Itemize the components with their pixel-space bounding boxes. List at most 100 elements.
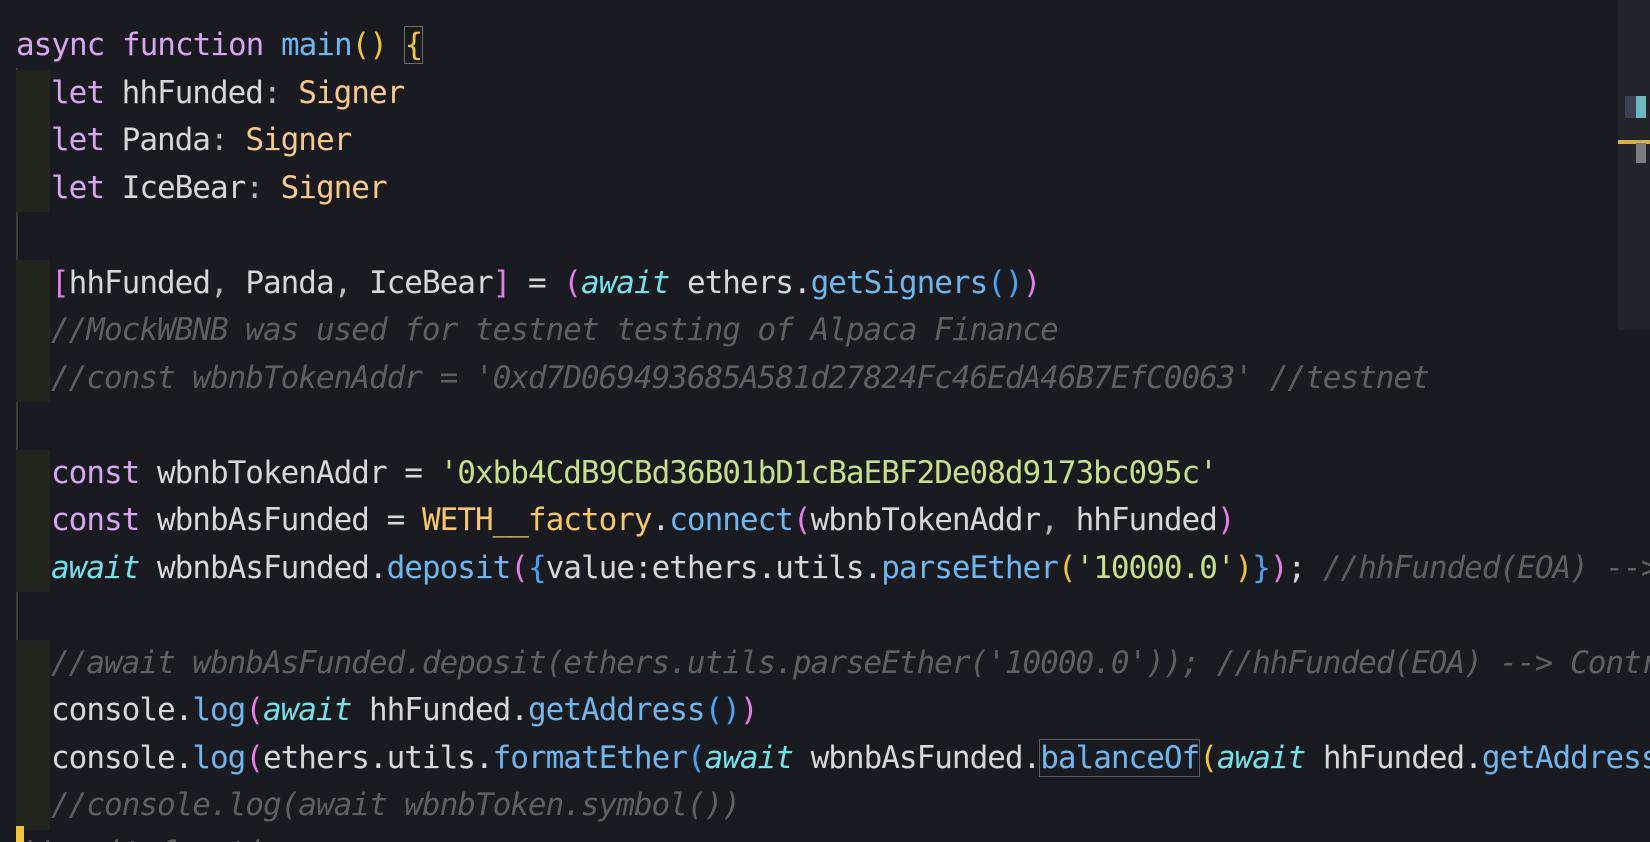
code-token: hhFunded xyxy=(121,74,264,111)
code-token: Signer xyxy=(298,74,405,111)
code-line-text: let IceBear: Signer xyxy=(51,165,388,213)
minimap-highlight-accent xyxy=(1636,96,1646,118)
code-token: async xyxy=(16,27,122,63)
code-token: main xyxy=(280,27,353,63)
code-token: () xyxy=(704,692,741,728)
code-token: '0xbb4CdB9CBd36B01bD1cBaEBF2De08d9173bc0… xyxy=(439,454,1218,491)
code-token: ( xyxy=(686,739,706,776)
code-line-text: [hhFunded, Panda, IceBear] = (await ethe… xyxy=(51,260,1041,308)
code-line[interactable]: //const wbnbTokenAddr = '0xd7D069493685A… xyxy=(0,354,1620,402)
indent-marker xyxy=(16,687,50,735)
code-token: Signer xyxy=(280,169,388,206)
minimap[interactable] xyxy=(1618,0,1650,330)
code-line[interactable] xyxy=(0,402,1620,450)
code-token: //console.log(await wbnbToken.symbol()) xyxy=(51,787,741,823)
code-token: ) xyxy=(1216,502,1236,538)
code-line[interactable]: let hhFunded: Signer xyxy=(0,69,1620,118)
code-line[interactable]: [hhFunded, Panda, IceBear] = (await ethe… xyxy=(0,259,1620,308)
code-line-text: console.log(ethers.utils.formatEther(awa… xyxy=(51,735,1650,783)
code-token: log xyxy=(192,739,246,776)
code-token: ; xyxy=(1287,549,1323,586)
indent-marker xyxy=(16,734,50,782)
code-token: : xyxy=(245,169,281,206)
code-token: ( xyxy=(245,692,264,728)
indent-marker xyxy=(16,544,50,592)
code-token: ethers. xyxy=(669,264,812,301)
code-token: IceBear xyxy=(368,264,494,301)
code-line-text: await wbnbAsFunded.deposit({value:ethers… xyxy=(51,545,1650,593)
code-editor[interactable]: async function main() {let hhFunded: Sig… xyxy=(0,0,1650,842)
code-token: connect xyxy=(669,502,794,538)
code-token: Panda xyxy=(121,122,211,158)
code-token: { xyxy=(527,549,547,586)
text-cursor-marker-icon xyxy=(16,826,24,842)
code-line[interactable] xyxy=(0,592,1620,640)
code-line[interactable]: const wbnbTokenAddr = '0xbb4CdB9CBd36B01… xyxy=(0,449,1620,497)
code-token: wbnbAsFunded. xyxy=(792,739,1042,776)
code-line[interactable]: async function main() { xyxy=(0,22,1620,70)
code-token: hhFunded. xyxy=(1305,739,1483,776)
code-line[interactable]: const wbnbAsFunded = WETH__factory.conne… xyxy=(0,497,1620,545)
code-token: ( xyxy=(792,502,812,538)
indent-marker xyxy=(16,69,50,117)
code-line-text: //await wbnbAsFunded.deposit(ethers.util… xyxy=(51,640,1650,688)
code-token: await xyxy=(704,739,794,776)
code-line[interactable]: let Panda: Signer xyxy=(0,117,1620,165)
code-token: await xyxy=(51,549,140,586)
code-line-text: //console.log(await wbnbToken.symbol()) xyxy=(51,782,741,830)
code-line-text: //await functi xyxy=(16,830,264,842)
code-line[interactable]: //MockWBNB was used for testnet testing … xyxy=(0,307,1620,355)
code-token: ) xyxy=(1269,549,1289,586)
code-token: , xyxy=(1040,502,1076,538)
code-token: = xyxy=(386,454,440,491)
indent-marker xyxy=(16,497,50,545)
code-line[interactable]: console.log(await hhFunded.getAddress()) xyxy=(0,687,1620,735)
code-token: await xyxy=(262,692,352,728)
code-area[interactable]: async function main() {let hhFunded: Sig… xyxy=(0,22,1650,842)
code-token: : xyxy=(209,122,246,158)
code-line-text: let Panda: Signer xyxy=(51,117,352,165)
code-token: const xyxy=(51,502,157,538)
code-token: hhFunded. xyxy=(351,692,529,728)
indent-marker xyxy=(16,449,50,497)
code-line-text: const wbnbAsFunded = WETH__factory.conne… xyxy=(51,497,1236,545)
code-token: { xyxy=(403,26,424,64)
code-token: ( xyxy=(1057,549,1077,586)
code-line[interactable]: let IceBear: Signer xyxy=(0,164,1620,213)
code-token: Panda xyxy=(245,264,334,301)
code-line[interactable]: await wbnbAsFunded.deposit({value:ethers… xyxy=(0,544,1650,592)
code-token: . xyxy=(651,502,671,538)
indent-marker xyxy=(16,164,50,212)
code-token: getSigners xyxy=(810,264,989,301)
code-token: Signer xyxy=(245,122,352,158)
code-line-text: let hhFunded: Signer xyxy=(51,70,405,118)
code-token: () xyxy=(987,264,1023,301)
code-token: deposit xyxy=(386,549,512,586)
code-token: ( xyxy=(563,264,582,301)
code-token: //await functi xyxy=(16,835,264,842)
code-token: = xyxy=(368,502,422,538)
code-token: log xyxy=(192,692,246,728)
code-token: ( xyxy=(1199,739,1218,776)
code-token: wbnbAsFunded. xyxy=(139,549,388,586)
code-line[interactable]: //console.log(await wbnbToken.symbol()) xyxy=(0,782,1620,830)
code-token: = xyxy=(510,264,564,301)
code-line[interactable]: //await functi xyxy=(0,830,1620,842)
code-token: ( xyxy=(510,549,529,586)
code-token: //MockWBNB was used for testnet testing … xyxy=(51,312,1059,348)
code-token: hhFunded xyxy=(1075,502,1218,538)
code-line[interactable]: //await wbnbAsFunded.deposit(ethers.util… xyxy=(0,639,1650,687)
indent-marker xyxy=(16,639,50,687)
code-token: ethers.utils. xyxy=(262,739,494,776)
code-token: wbnbAsFunded xyxy=(156,502,370,538)
code-token: ) xyxy=(739,692,759,728)
code-token: console. xyxy=(51,739,193,776)
code-line[interactable]: console.log(ethers.utils.formatEther(awa… xyxy=(0,734,1650,782)
code-line[interactable] xyxy=(0,212,1620,260)
code-token: function xyxy=(121,27,281,63)
minimap-slider[interactable] xyxy=(1636,143,1646,163)
indent-marker xyxy=(16,117,50,165)
code-token: : xyxy=(262,74,299,111)
code-token: hhFunded xyxy=(68,264,211,301)
code-token: } xyxy=(1252,549,1271,586)
